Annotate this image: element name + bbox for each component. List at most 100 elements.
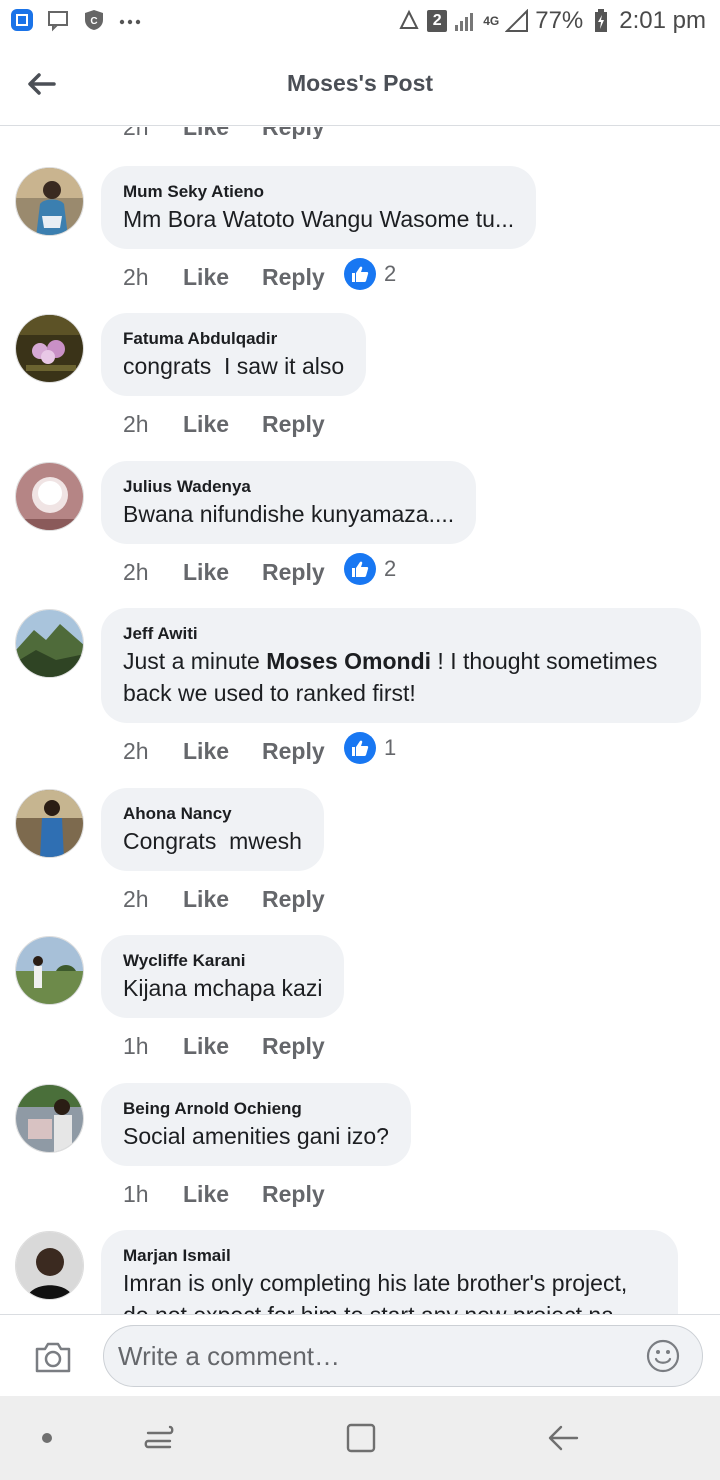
reply-button[interactable]: Reply: [262, 1181, 344, 1208]
thumbs-up-icon: [344, 258, 376, 290]
signal-icon: [453, 9, 477, 33]
back-arrow-icon: [548, 1425, 579, 1451]
avatar[interactable]: [15, 609, 84, 678]
comment-bubble[interactable]: Jeff Awiti Just a minute Moses Omondi ! …: [101, 608, 701, 723]
reply-button[interactable]: Reply: [262, 127, 344, 139]
reply-button[interactable]: Reply: [262, 738, 344, 765]
message-icon: [46, 8, 70, 32]
comment-author[interactable]: Mum Seky Atieno: [123, 181, 514, 203]
like-button[interactable]: Like: [183, 1033, 262, 1060]
comment-author[interactable]: Being Arnold Ochieng: [123, 1098, 389, 1120]
comment-time: 2h: [123, 127, 183, 139]
mention-link[interactable]: Moses Omondi: [266, 648, 431, 674]
comment-bubble[interactable]: Being Arnold Ochieng Social amenities ga…: [101, 1083, 411, 1166]
comment-text: Bwana nifundishe kunyamaza....: [123, 501, 455, 527]
shield-icon: C: [82, 8, 106, 32]
clock: 2:01 pm: [619, 7, 706, 34]
like-button[interactable]: Like: [183, 738, 262, 765]
comment-bubble[interactable]: Marjan Ismail Imran is only completing h…: [101, 1230, 678, 1314]
avatar[interactable]: [15, 167, 84, 236]
comment-text: Mm Bora Watoto Wangu Wasome tu...: [123, 206, 515, 232]
network-type: 4G: [483, 14, 500, 28]
comment-time: 2h: [123, 737, 149, 764]
comment-text: Kijana mchapa kazi: [123, 975, 323, 1001]
comment-bubble[interactable]: Wycliffe Karani Kijana mchapa kazi: [101, 935, 345, 1018]
comment-bubble[interactable]: Fatuma Abdulqadir congrats I saw it also: [101, 313, 367, 396]
reaction-number: 2: [384, 261, 397, 286]
reply-button[interactable]: Reply: [262, 264, 344, 291]
comment-actions: 1h Like Reply: [123, 1177, 344, 1211]
comment-author[interactable]: Julius Wadenya: [123, 476, 454, 498]
reaction-count[interactable]: 1: [344, 732, 396, 764]
like-button[interactable]: Like: [183, 411, 262, 438]
recent-apps-icon: [144, 1425, 174, 1449]
home-square-icon: [346, 1423, 376, 1453]
comment-actions: 2h Like Reply: [123, 882, 344, 916]
comment-text: Congrats mwesh: [123, 828, 302, 854]
comment-time: 2h: [123, 885, 149, 912]
comment-time: 1h: [123, 1180, 149, 1207]
reaction-count[interactable]: 2: [344, 553, 396, 585]
comment-text: Social amenities gani izo?: [123, 1123, 389, 1149]
comment-actions: 2h Like Reply 2: [123, 553, 396, 589]
like-button[interactable]: Like: [183, 1181, 262, 1208]
like-button[interactable]: Like: [183, 559, 262, 586]
reaction-count[interactable]: 2: [344, 258, 396, 290]
recent-apps-button[interactable]: [140, 1418, 180, 1458]
comments-list[interactable]: 2h Like Reply Mum Seky Atieno Mm Bora Wa…: [0, 127, 720, 1314]
status-bar: C 2 4G 77% 2:01 pm: [0, 0, 720, 44]
smiley-icon: [646, 1339, 680, 1373]
comment-time: 1h: [123, 1032, 149, 1059]
avatar[interactable]: [15, 936, 84, 1005]
battery-percent: 77%: [535, 7, 584, 34]
comment-time: 2h: [123, 558, 149, 585]
camera-button[interactable]: [33, 1337, 73, 1377]
cell-signal-icon: [505, 9, 529, 33]
emoji-button[interactable]: [644, 1337, 682, 1375]
comment-time: 2h: [123, 410, 149, 437]
avatar[interactable]: [15, 789, 84, 858]
reply-button[interactable]: Reply: [262, 886, 344, 913]
comment-author[interactable]: Fatuma Abdulqadir: [123, 328, 344, 350]
comment-bubble[interactable]: Ahona Nancy Congrats mwesh: [101, 788, 324, 871]
status-bar-notifications: C: [10, 8, 142, 32]
thumbs-up-icon: [344, 553, 376, 585]
avatar[interactable]: [15, 314, 84, 383]
comment-bubble[interactable]: Mum Seky Atieno Mm Bora Watoto Wangu Was…: [101, 166, 537, 249]
comment-actions: 2h Like Reply 1: [123, 732, 396, 768]
reaction-number: 2: [384, 556, 397, 581]
avatar[interactable]: [15, 1231, 84, 1300]
like-button[interactable]: Like: [183, 264, 262, 291]
comment-author[interactable]: Ahona Nancy: [123, 803, 302, 825]
reply-button[interactable]: Reply: [262, 411, 344, 438]
svg-text:C: C: [90, 16, 97, 27]
nav-dot-button[interactable]: [27, 1418, 67, 1458]
back-nav-button[interactable]: [543, 1418, 583, 1458]
avatar[interactable]: [15, 1084, 84, 1153]
sim-badge: 2: [427, 10, 448, 32]
like-button[interactable]: Like: [183, 886, 262, 913]
reply-button[interactable]: Reply: [262, 1033, 344, 1060]
page-title: Moses's Post: [286, 70, 434, 96]
recycle-icon: [397, 9, 421, 33]
comment-author[interactable]: Jeff Awiti: [123, 623, 679, 645]
comment-input[interactable]: Write a comment…: [103, 1325, 703, 1387]
home-button[interactable]: [341, 1418, 381, 1458]
like-button[interactable]: Like: [183, 127, 262, 139]
comment-author[interactable]: Wycliffe Karani: [123, 950, 322, 972]
comment-bubble[interactable]: Julius Wadenya Bwana nifundishe kunyamaz…: [101, 461, 477, 544]
avatar[interactable]: [15, 462, 84, 531]
camera-icon: [35, 1342, 71, 1373]
comment-actions: 2h Like Reply: [123, 407, 344, 441]
dot-icon: [42, 1433, 52, 1443]
comment-actions: 1h Like Reply: [123, 1029, 344, 1063]
comment-actions: 2h Like Reply 2: [123, 258, 396, 294]
comment-text: Just a minute Moses Omondi ! I thought s…: [123, 645, 679, 709]
comment-actions-partial: 2h Like Reply: [123, 127, 344, 139]
comment-input-placeholder: Write a comment…: [118, 1341, 341, 1371]
comment-author[interactable]: Marjan Ismail: [123, 1245, 656, 1267]
more-notifications-icon: [118, 8, 142, 32]
comment-composer: Write a comment…: [0, 1314, 720, 1396]
screenshot-icon: [10, 8, 34, 32]
reply-button[interactable]: Reply: [262, 559, 344, 586]
